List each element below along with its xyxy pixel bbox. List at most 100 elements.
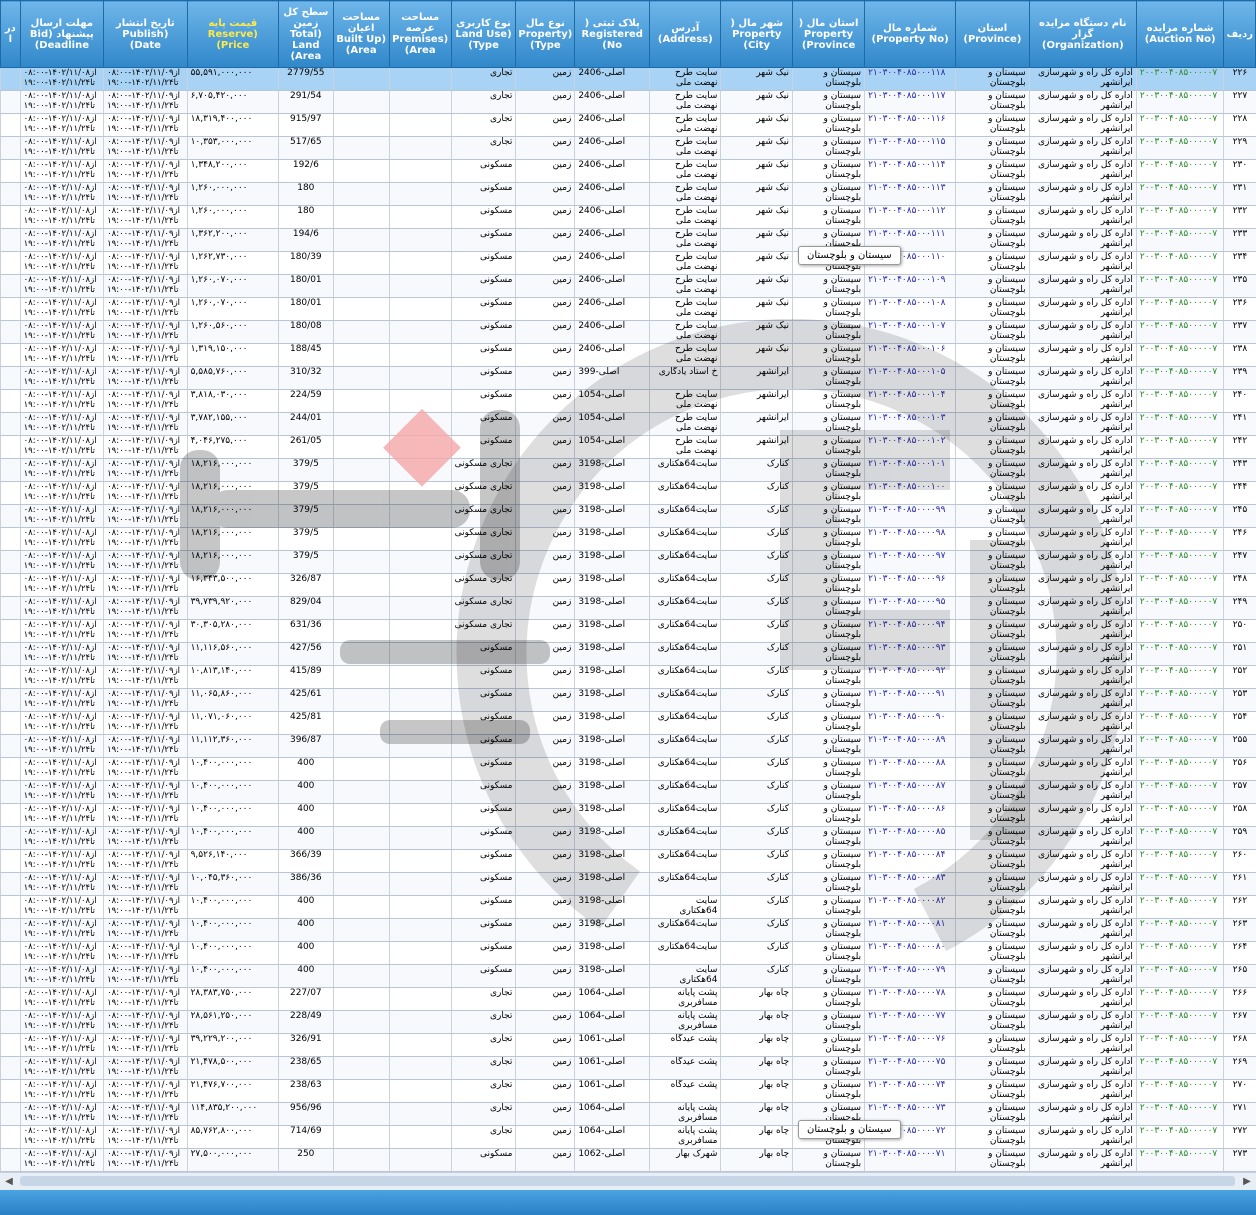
property-number[interactable]: ۲۱۰۳۰۰۴۰۸۵۰۰۰۰۹۷ — [864, 550, 956, 574]
auction-number[interactable]: ۲۰۰۳۰۰۴۰۸۵۰۰۰۰۰۷ — [1135, 872, 1224, 896]
col-total-land-area[interactable]: سطح کل زمین (Total Land Area) — [278, 0, 334, 68]
auction-number[interactable]: ۲۰۰۳۰۰۴۰۸۵۰۰۰۰۰۷ — [1135, 205, 1224, 229]
auction-number[interactable]: ۲۰۰۳۰۰۴۰۸۵۰۰۰۰۰۷ — [1135, 90, 1224, 114]
auction-number[interactable]: ۲۰۰۳۰۰۴۰۸۵۰۰۰۰۰۷ — [1135, 734, 1224, 758]
property-number[interactable]: ۲۱۰۳۰۰۴۰۸۵۰۰۰۱۱۲ — [864, 205, 956, 229]
property-number[interactable]: ۲۱۰۳۰۰۴۰۸۵۰۰۰۰۹۴ — [864, 619, 956, 643]
auction-number[interactable]: ۲۰۰۳۰۰۴۰۸۵۰۰۰۰۰۷ — [1135, 320, 1224, 344]
auction-number[interactable]: ۲۰۰۳۰۰۴۰۸۵۰۰۰۰۰۷ — [1135, 458, 1224, 482]
col-deadline[interactable]: مهلت ارسال پیشنهاد (Bid Deadline) — [19, 0, 105, 68]
col-row-no[interactable]: ردیف — [1223, 0, 1256, 68]
property-number[interactable]: ۲۱۰۳۰۰۴۰۸۵۰۰۰۰۷۹ — [864, 964, 956, 988]
table-row[interactable]: ۲۵۱ ۲۰۰۳۰۰۴۰۸۵۰۰۰۰۰۷ اداره کل راه و شهرساز… — [0, 642, 1256, 666]
auction-number[interactable]: ۲۰۰۳۰۰۴۰۸۵۰۰۰۰۰۷ — [1135, 159, 1224, 183]
table-row[interactable]: ۲۳۴ ۲۰۰۳۰۰۴۰۸۵۰۰۰۰۰۷ اداره کل راه و شهرساز… — [0, 251, 1256, 275]
table-row[interactable]: ۲۶۲ ۲۰۰۳۰۰۴۰۸۵۰۰۰۰۰۷ اداره کل راه و شهرساز… — [0, 895, 1256, 919]
property-number[interactable]: ۲۱۰۳۰۰۴۰۸۵۰۰۰۰۹۸ — [864, 527, 956, 551]
auction-number[interactable]: ۲۰۰۳۰۰۴۰۸۵۰۰۰۰۰۷ — [1135, 964, 1224, 988]
auction-number[interactable]: ۲۰۰۳۰۰۴۰۸۵۰۰۰۰۰۷ — [1135, 1010, 1224, 1034]
table-row[interactable]: ۲۷۳ ۲۰۰۳۰۰۴۰۸۵۰۰۰۰۰۷ اداره کل راه و شهرساز… — [0, 1148, 1256, 1172]
col-organization[interactable]: نام دستگاه مزایده گزار (Organization) — [1028, 0, 1137, 68]
auction-number[interactable]: ۲۰۰۳۰۰۴۰۸۵۰۰۰۰۰۷ — [1135, 665, 1224, 689]
property-number[interactable]: ۲۱۰۳۰۰۴۰۸۵۰۰۰۱۰۴ — [864, 389, 956, 413]
auction-number[interactable]: ۲۰۰۳۰۰۴۰۸۵۰۰۰۰۰۷ — [1135, 389, 1224, 413]
auction-number[interactable]: ۲۰۰۳۰۰۴۰۸۵۰۰۰۰۰۷ — [1135, 1033, 1224, 1057]
auction-number[interactable]: ۲۰۰۳۰۰۴۰۸۵۰۰۰۰۰۷ — [1135, 987, 1224, 1011]
table-row[interactable]: ۲۲۷ ۲۰۰۳۰۰۴۰۸۵۰۰۰۰۰۷ اداره کل راه و شهرساز… — [0, 90, 1256, 114]
auction-number[interactable]: ۲۰۰۳۰۰۴۰۸۵۰۰۰۰۰۷ — [1135, 412, 1224, 436]
col-premises-area[interactable]: مساحت عرصه (Premises Area) — [388, 0, 452, 68]
table-row[interactable]: ۲۴۳ ۲۰۰۳۰۰۴۰۸۵۰۰۰۰۰۷ اداره کل راه و شهرساز… — [0, 458, 1256, 482]
table-row[interactable]: ۲۴۰ ۲۰۰۳۰۰۴۰۸۵۰۰۰۰۰۷ اداره کل راه و شهرساز… — [0, 389, 1256, 413]
col-reserve-price[interactable]: قیمت پایه (Reserve Price) — [186, 0, 280, 68]
table-row[interactable]: ۲۲۹ ۲۰۰۳۰۰۴۰۸۵۰۰۰۰۰۷ اداره کل راه و شهرساز… — [0, 136, 1256, 160]
auction-number[interactable]: ۲۰۰۳۰۰۴۰۸۵۰۰۰۰۰۷ — [1135, 1079, 1224, 1103]
table-row[interactable]: ۲۵۰ ۲۰۰۳۰۰۴۰۸۵۰۰۰۰۰۷ اداره کل راه و شهرساز… — [0, 619, 1256, 643]
property-number[interactable]: ۲۱۰۳۰۰۴۰۸۵۰۰۰۱۰۳ — [864, 412, 956, 436]
property-number[interactable]: ۲۱۰۳۰۰۴۰۸۵۰۰۰۰۸۴ — [864, 849, 956, 873]
auction-table-container[interactable]: ردیف شماره مزایده (Auction No) نام دستگا… — [0, 0, 1256, 1172]
auction-number[interactable]: ۲۰۰۳۰۰۴۰۸۵۰۰۰۰۰۷ — [1135, 918, 1224, 942]
col-property-city[interactable]: شهر مال ( Property City) — [720, 0, 794, 68]
property-number[interactable]: ۲۱۰۳۰۰۴۰۸۵۰۰۰۰۸۳ — [864, 872, 956, 896]
property-number[interactable]: ۲۱۰۳۰۰۴۰۸۵۰۰۰۱۱۷ — [864, 90, 956, 114]
scrollbar-thumb[interactable] — [20, 1176, 1235, 1186]
table-row[interactable]: ۲۳۶ ۲۰۰۳۰۰۴۰۸۵۰۰۰۰۰۷ اداره کل راه و شهرساز… — [0, 297, 1256, 321]
property-number[interactable]: ۲۱۰۳۰۰۴۰۸۵۰۰۰۱۱۶ — [864, 113, 956, 137]
property-number[interactable]: ۲۱۰۳۰۰۴۰۸۵۰۰۰۰۷۴ — [864, 1079, 956, 1103]
table-row[interactable]: ۲۵۸ ۲۰۰۳۰۰۴۰۸۵۰۰۰۰۰۷ اداره کل راه و شهرساز… — [0, 803, 1256, 827]
auction-number[interactable]: ۲۰۰۳۰۰۴۰۸۵۰۰۰۰۰۷ — [1135, 757, 1224, 781]
auction-number[interactable]: ۲۰۰۳۰۰۴۰۸۵۰۰۰۰۰۷ — [1135, 803, 1224, 827]
auction-number[interactable]: ۲۰۰۳۰۰۴۰۸۵۰۰۰۰۰۷ — [1135, 826, 1224, 850]
table-row[interactable]: ۲۶۶ ۲۰۰۳۰۰۴۰۸۵۰۰۰۰۰۷ اداره کل راه و شهرساز… — [0, 987, 1256, 1011]
property-number[interactable]: ۲۱۰۳۰۰۴۰۸۵۰۰۰۰۹۵ — [864, 596, 956, 620]
property-number[interactable]: ۲۱۰۳۰۰۴۰۸۵۰۰۰۱۰۷ — [864, 320, 956, 344]
property-number[interactable]: ۲۱۰۳۰۰۴۰۸۵۰۰۰۰۷۷ — [864, 1010, 956, 1034]
auction-number[interactable]: ۲۰۰۳۰۰۴۰۸۵۰۰۰۰۰۷ — [1135, 573, 1224, 597]
auction-number[interactable]: ۲۰۰۳۰۰۴۰۸۵۰۰۰۰۰۷ — [1135, 688, 1224, 712]
property-number[interactable]: ۲۱۰۳۰۰۴۰۸۵۰۰۰۱۱۴ — [864, 159, 956, 183]
auction-number[interactable]: ۲۰۰۳۰۰۴۰۸۵۰۰۰۰۰۷ — [1135, 435, 1224, 459]
auction-number[interactable]: ۲۰۰۳۰۰۴۰۸۵۰۰۰۰۰۷ — [1135, 136, 1224, 160]
table-row[interactable]: ۲۳۱ ۲۰۰۳۰۰۴۰۸۵۰۰۰۰۰۷ اداره کل راه و شهرساز… — [0, 182, 1256, 206]
table-row[interactable]: ۲۵۲ ۲۰۰۳۰۰۴۰۸۵۰۰۰۰۰۷ اداره کل راه و شهرساز… — [0, 665, 1256, 689]
table-row[interactable]: ۲۲۶ ۲۰۰۳۰۰۴۰۸۵۰۰۰۰۰۷ اداره کل راه و شهرساز… — [0, 67, 1256, 91]
property-number[interactable]: ۲۱۰۳۰۰۴۰۸۵۰۰۰۰۸۰ — [864, 941, 956, 965]
table-row[interactable]: ۲۶۷ ۲۰۰۳۰۰۴۰۸۵۰۰۰۰۰۷ اداره کل راه و شهرساز… — [0, 1010, 1256, 1034]
table-row[interactable]: ۲۳۸ ۲۰۰۳۰۰۴۰۸۵۰۰۰۰۰۷ اداره کل راه و شهرساز… — [0, 343, 1256, 367]
col-extra[interactable]: در ا — [0, 0, 21, 68]
property-number[interactable]: ۲۱۰۳۰۰۴۰۸۵۰۰۰۱۰۶ — [864, 343, 956, 367]
property-number[interactable]: ۲۱۰۳۰۰۴۰۸۵۰۰۰۱۱۸ — [864, 67, 956, 91]
property-number[interactable]: ۲۱۰۳۰۰۴۰۸۵۰۰۰۰۸۱ — [864, 918, 956, 942]
property-number[interactable]: ۲۱۰۳۰۰۴۰۸۵۰۰۰۰۸۲ — [864, 895, 956, 919]
property-number[interactable]: ۲۱۰۳۰۰۴۰۸۵۰۰۰۰۷۱ — [864, 1148, 956, 1172]
property-number[interactable]: ۲۱۰۳۰۰۴۰۸۵۰۰۰۱۰۹ — [864, 274, 956, 298]
auction-number[interactable]: ۲۰۰۳۰۰۴۰۸۵۰۰۰۰۰۷ — [1135, 504, 1224, 528]
property-number[interactable]: ۲۱۰۳۰۰۴۰۸۵۰۰۰۰۸۹ — [864, 734, 956, 758]
property-number[interactable]: ۲۱۰۳۰۰۴۰۸۵۰۰۰۱۰۸ — [864, 297, 956, 321]
auction-number[interactable]: ۲۰۰۳۰۰۴۰۸۵۰۰۰۰۰۷ — [1135, 619, 1224, 643]
col-built-up-area[interactable]: مساحت اعیان (Built Up Area) — [332, 0, 390, 68]
table-row[interactable]: ۲۶۹ ۲۰۰۳۰۰۴۰۸۵۰۰۰۰۰۷ اداره کل راه و شهرساز… — [0, 1056, 1256, 1080]
auction-number[interactable]: ۲۰۰۳۰۰۴۰۸۵۰۰۰۰۰۷ — [1135, 182, 1224, 206]
col-registered-no[interactable]: پلاک ثبتی ( Registered No) — [574, 0, 651, 68]
table-row[interactable]: ۲۴۱ ۲۰۰۳۰۰۴۰۸۵۰۰۰۰۰۷ اداره کل راه و شهرساز… — [0, 412, 1256, 436]
property-number[interactable]: ۲۱۰۳۰۰۴۰۸۵۰۰۰۱۱۳ — [864, 182, 956, 206]
auction-number[interactable]: ۲۰۰۳۰۰۴۰۸۵۰۰۰۰۰۷ — [1135, 113, 1224, 137]
table-row[interactable]: ۲۶۴ ۲۰۰۳۰۰۴۰۸۵۰۰۰۰۰۷ اداره کل راه و شهرساز… — [0, 941, 1256, 965]
auction-number[interactable]: ۲۰۰۳۰۰۴۰۸۵۰۰۰۰۰۷ — [1135, 780, 1224, 804]
table-row[interactable]: ۲۳۷ ۲۰۰۳۰۰۴۰۸۵۰۰۰۰۰۷ اداره کل راه و شهرساز… — [0, 320, 1256, 344]
table-row[interactable]: ۲۶۸ ۲۰۰۳۰۰۴۰۸۵۰۰۰۰۰۷ اداره کل راه و شهرساز… — [0, 1033, 1256, 1057]
table-row[interactable]: ۲۳۲ ۲۰۰۳۰۰۴۰۸۵۰۰۰۰۰۷ اداره کل راه و شهرساز… — [0, 205, 1256, 229]
property-number[interactable]: ۲۱۰۳۰۰۴۰۸۵۰۰۰۰۸۶ — [864, 803, 956, 827]
table-row[interactable]: ۲۳۵ ۲۰۰۳۰۰۴۰۸۵۰۰۰۰۰۷ اداره کل راه و شهرساز… — [0, 274, 1256, 298]
table-row[interactable]: ۲۴۶ ۲۰۰۳۰۰۴۰۸۵۰۰۰۰۰۷ اداره کل راه و شهرساز… — [0, 527, 1256, 551]
auction-number[interactable]: ۲۰۰۳۰۰۴۰۸۵۰۰۰۰۰۷ — [1135, 1125, 1224, 1149]
table-row[interactable]: ۲۳۰ ۲۰۰۳۰۰۴۰۸۵۰۰۰۰۰۷ اداره کل راه و شهرساز… — [0, 159, 1256, 183]
property-number[interactable]: ۲۱۰۳۰۰۴۰۸۵۰۰۰۰۸۷ — [864, 780, 956, 804]
table-row[interactable]: ۲۶۳ ۲۰۰۳۰۰۴۰۸۵۰۰۰۰۰۷ اداره کل راه و شهرساز… — [0, 918, 1256, 942]
table-row[interactable]: ۲۶۵ ۲۰۰۳۰۰۴۰۸۵۰۰۰۰۰۷ اداره کل راه و شهرساز… — [0, 964, 1256, 988]
property-number[interactable]: ۲۱۰۳۰۰۴۰۸۵۰۰۰۰۹۹ — [864, 504, 956, 528]
auction-number[interactable]: ۲۰۰۳۰۰۴۰۸۵۰۰۰۰۰۷ — [1135, 642, 1224, 666]
auction-number[interactable]: ۲۰۰۳۰۰۴۰۸۵۰۰۰۰۰۷ — [1135, 297, 1224, 321]
